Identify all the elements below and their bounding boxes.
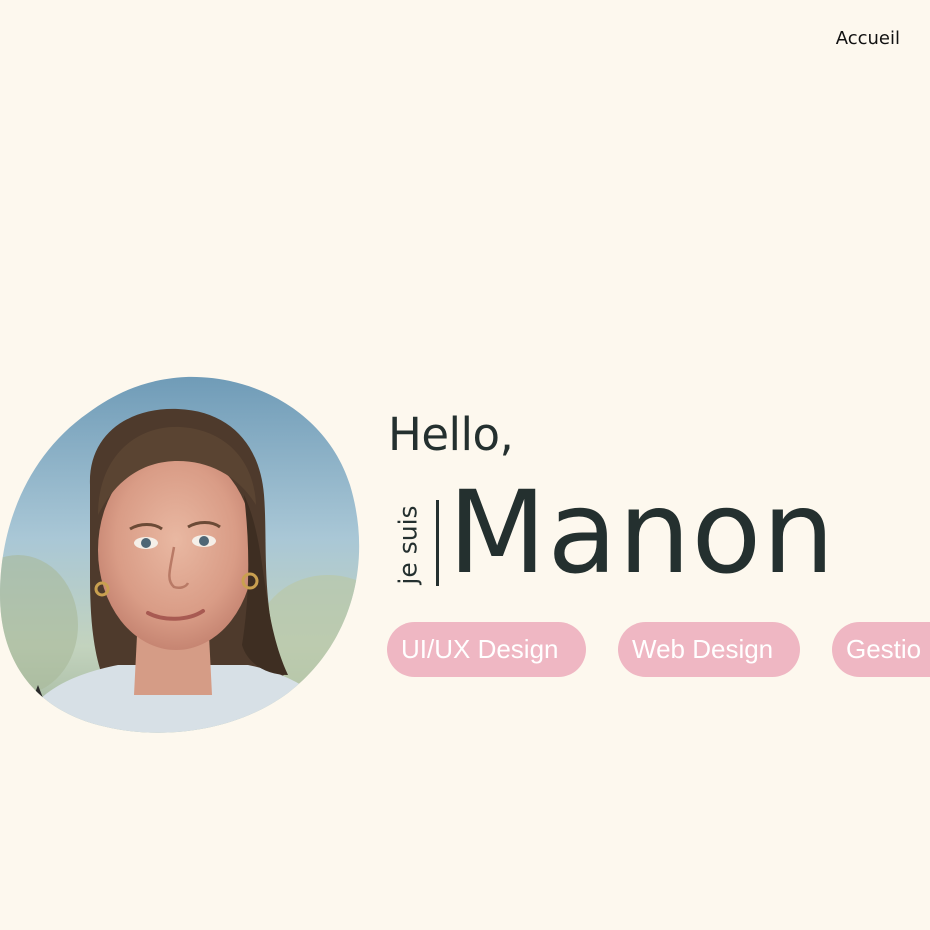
page: Accueil Hello, je suis Manon UI/UX Desig… [0,0,930,930]
name-heading: Manon [448,466,836,599]
profile-photo [0,376,360,733]
skill-tag-web-design: Web Design [618,622,800,677]
skill-tag-ui-ux: UI/UX Design [387,622,586,677]
skill-tag-gestion: Gestio [832,622,930,677]
intro-label: je suis [390,500,426,590]
intro-text: je suis [393,505,423,585]
nav-link-accueil[interactable]: Accueil [836,28,900,49]
vertical-divider [436,500,439,586]
greeting-heading: Hello, [388,408,514,461]
